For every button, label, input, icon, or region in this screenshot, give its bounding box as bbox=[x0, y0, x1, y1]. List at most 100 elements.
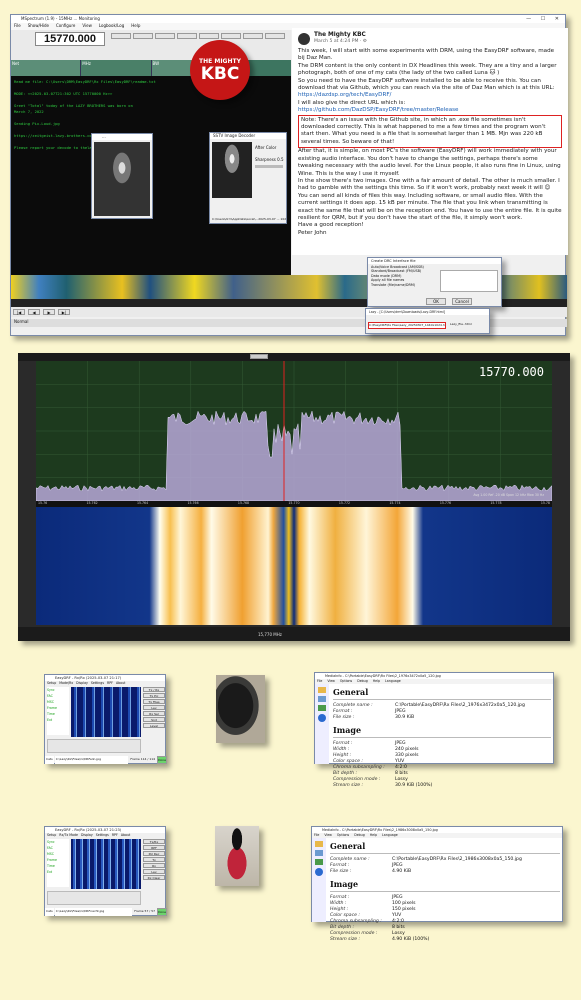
metadata-key: Stream size : bbox=[333, 783, 364, 788]
drm2-menu-item[interactable]: Display bbox=[81, 833, 93, 838]
drm1-menu-item[interactable]: Setup bbox=[47, 681, 56, 686]
drm1-menu-item[interactable]: Settings bbox=[91, 681, 104, 686]
create-drc-dialog: Create DRC Interface file Auto/Voice Bro… bbox=[367, 257, 502, 307]
dialog2-file[interactable]: Lazy_file..html bbox=[450, 322, 472, 327]
drm2-menu-item[interactable]: Rx/Tx Mode bbox=[59, 833, 78, 838]
spectrum-legend: Avg 1.00 Ref -20 dB Span 12 kHz Rbw 30 H… bbox=[473, 493, 544, 497]
drm2-menu-item[interactable]: RPF bbox=[112, 833, 118, 838]
drm1-btn[interactable]: Rx Sel bbox=[143, 711, 165, 716]
transport-btn[interactable]: ▶ bbox=[43, 309, 55, 315]
open-file-icon[interactable] bbox=[315, 841, 323, 847]
metadata-value: C:\Portable\EasyDRF\Rx Files\2_1986x3008… bbox=[392, 857, 522, 862]
toolbar-btn[interactable] bbox=[133, 33, 153, 39]
drm2-menu: Setup Rx/Tx Mode Display Settings RPF Ab… bbox=[45, 833, 165, 838]
menu-help[interactable]: Help bbox=[131, 23, 140, 30]
drm1-btn[interactable]: Lev bbox=[143, 705, 165, 710]
transport-btn[interactable]: ▶| bbox=[58, 309, 70, 315]
dialog1-list[interactable] bbox=[440, 270, 498, 292]
sstv-option-sharpness[interactable]: Sharpness 0.5 bbox=[255, 157, 284, 162]
drm1-menu-item[interactable]: RPF bbox=[107, 681, 113, 686]
drm2-menu-item[interactable]: About bbox=[121, 833, 130, 838]
drm1-menu-item[interactable]: About bbox=[116, 681, 125, 686]
sstv-slider[interactable] bbox=[255, 165, 283, 168]
drm1-btn[interactable]: Tx Pic bbox=[143, 693, 165, 698]
toolbar-btn[interactable] bbox=[155, 33, 175, 39]
metadata-value: 4.90 KiB bbox=[392, 869, 412, 874]
info-icon[interactable] bbox=[315, 868, 323, 876]
drm1-menu-item[interactable]: Display bbox=[76, 681, 88, 686]
drm2-btn[interactable]: Lev bbox=[143, 869, 165, 874]
metadata-key: File size : bbox=[330, 869, 352, 874]
transport-btn[interactable]: ◀ bbox=[28, 309, 40, 315]
info1-menu-item[interactable]: Help bbox=[373, 679, 380, 684]
post-para-4: I will also give the direct URL which is… bbox=[298, 99, 406, 106]
drm1-menu-item[interactable]: Mode/Rx bbox=[59, 681, 73, 686]
drm2-done-button[interactable]: Done bbox=[157, 908, 167, 916]
info2-menu-item[interactable]: Debug bbox=[354, 833, 364, 838]
export-icon[interactable] bbox=[318, 705, 326, 711]
drm1-btn[interactable]: Snd bbox=[143, 717, 165, 722]
menu-logbook[interactable]: Logbook/Log bbox=[99, 23, 124, 30]
metadata-row: File size : 4.90 KiB bbox=[330, 869, 560, 875]
window-controls[interactable]: — ☐ ✕ bbox=[526, 15, 563, 23]
drm1-bottom-bar: Cats C:\Lazy\Rx\Files\rx\DRFelin.jpg Fra… bbox=[45, 756, 167, 764]
metadata-value: 30.9 KiB (100%) bbox=[395, 783, 433, 788]
info2-menu-item[interactable]: Options bbox=[337, 833, 349, 838]
info1-menu-item[interactable]: Options bbox=[340, 679, 352, 684]
waterfall-marker-button[interactable] bbox=[250, 354, 268, 359]
photo-window-title: ... bbox=[92, 134, 152, 140]
metadata-row: Stream size : 30.9 KiB (100%) bbox=[333, 783, 551, 789]
toolbar-btn[interactable] bbox=[243, 33, 263, 39]
post-author[interactable]: The Mighty KBC bbox=[314, 32, 367, 39]
dialog1-ok-button[interactable]: OK bbox=[426, 298, 446, 305]
metadata-value: 30.9 KiB bbox=[395, 715, 415, 720]
drm2-btn[interactable]: Rx bbox=[143, 863, 165, 868]
drm2-menu-item[interactable]: Settings bbox=[96, 833, 109, 838]
drm2-btn[interactable]: Tx/Rx bbox=[143, 839, 165, 844]
drm1-controls bbox=[47, 739, 141, 753]
toolbar-btn[interactable] bbox=[265, 33, 285, 39]
toolbar-btn[interactable] bbox=[199, 33, 219, 39]
drm2-menu-item[interactable]: Setup bbox=[47, 833, 56, 838]
drm1-btn[interactable]: Tx / Rx bbox=[143, 687, 165, 692]
drm2-btn[interactable]: RPF bbox=[143, 845, 165, 850]
drm1-btn[interactable]: Level bbox=[143, 723, 165, 728]
drm2-btn[interactable]: Tx bbox=[143, 857, 165, 862]
menu-view[interactable]: View bbox=[82, 23, 92, 30]
mighty-kbc-logo: THE MIGHTY KBC bbox=[190, 40, 250, 100]
info-icon[interactable] bbox=[318, 714, 326, 722]
drm1-done-button[interactable]: Done bbox=[157, 756, 167, 764]
post-link-github[interactable]: https://github.com/DazDSP/EasyDRF/tree/m… bbox=[298, 107, 458, 113]
menu-configure[interactable]: Configure bbox=[56, 23, 75, 30]
info1-sidebar bbox=[315, 684, 329, 764]
drm2-btn[interactable]: Rx Clear bbox=[143, 875, 165, 880]
open-folder-icon[interactable] bbox=[318, 696, 326, 702]
drm2-controls bbox=[47, 891, 141, 905]
info2-menu-item[interactable]: Language bbox=[382, 833, 398, 838]
info2-menu-item[interactable]: Help bbox=[370, 833, 377, 838]
export-icon[interactable] bbox=[315, 859, 323, 865]
drm2-led-ext: Ext bbox=[47, 870, 53, 874]
avatar[interactable] bbox=[298, 32, 310, 45]
toolbar-btn[interactable] bbox=[221, 33, 241, 39]
toolbar-btn[interactable] bbox=[111, 33, 131, 39]
sstv-option-color[interactable]: After Color bbox=[255, 145, 276, 150]
drm2-bottom-status: Frame 57 / 57 bbox=[134, 909, 156, 913]
frequency-display[interactable]: 15770.000 bbox=[35, 32, 105, 46]
info1-menu-item[interactable]: Debug bbox=[357, 679, 367, 684]
dialog1-cancel-button[interactable]: Cancel bbox=[452, 298, 472, 305]
post-date[interactable]: March 5 at 4:24 PM · ⚙ bbox=[314, 39, 367, 45]
toolbar-btn[interactable] bbox=[177, 33, 197, 39]
open-file-icon[interactable] bbox=[318, 687, 326, 693]
drm2-btn[interactable]: Pol Rec bbox=[143, 851, 165, 856]
drm1-btn[interactable]: Tx Files bbox=[143, 699, 165, 704]
metadata-value: C:\Portable\EasyDRF\Rx Files\2_1976x3472… bbox=[395, 703, 525, 708]
waterfall-bottom-freq[interactable]: 15,770 MHz bbox=[258, 632, 282, 637]
info1-menu-item[interactable]: Language bbox=[385, 679, 401, 684]
open-folder-icon[interactable] bbox=[315, 850, 323, 856]
menu-file[interactable]: File bbox=[14, 23, 21, 30]
post-link-dazdsp[interactable]: https://dazdsp.org/tech/EasyDRF/ bbox=[298, 92, 391, 98]
dialog2-path[interactable]: C:\EasyDRF\Rx Files\Lazy_20250307_1440x1… bbox=[368, 322, 446, 329]
menu-showhide[interactable]: Show/Hide bbox=[28, 23, 49, 30]
transport-btn[interactable]: |◀ bbox=[13, 309, 25, 315]
